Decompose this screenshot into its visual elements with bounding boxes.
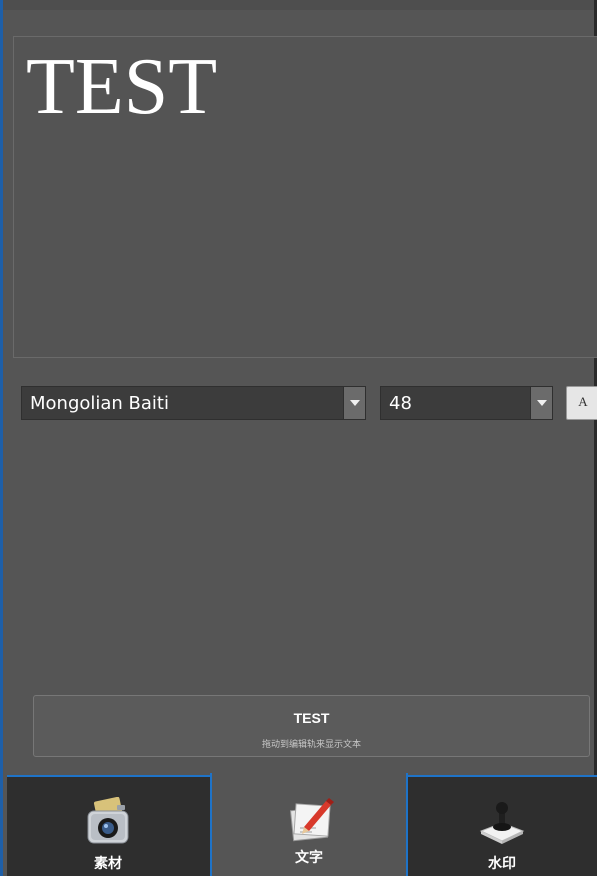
text-style-button[interactable]: A: [566, 386, 597, 420]
text-clip-hint: 拖动到编辑轨来显示文本: [261, 739, 361, 749]
tab-watermark-label: 水印: [488, 855, 516, 871]
tab-text[interactable]: 文字: [210, 773, 408, 876]
camera-assets-icon: [87, 797, 129, 844]
font-family-value: Mongolian Baiti: [30, 393, 169, 414]
font-size-select[interactable]: 48: [380, 386, 553, 420]
chevron-down-icon[interactable]: [530, 387, 552, 419]
font-family-select[interactable]: Mongolian Baiti: [21, 386, 366, 420]
text-clip-title: TEST: [293, 710, 330, 726]
tab-watermark[interactable]: 水印: [407, 777, 597, 876]
pencil-paper-icon: [289, 798, 334, 842]
joystick-stamp-icon: [479, 802, 525, 844]
bottom-tab-bar: 素材 文字 水印: [7, 773, 597, 876]
text-panel-window: TEST Mongolian Baiti 48 A TEST 拖动到编辑轨来显示…: [0, 0, 597, 876]
tab-text-label: 文字: [295, 849, 323, 865]
text-clip-card[interactable]: TEST 拖动到编辑轨来显示文本: [33, 695, 590, 757]
font-size-value: 48: [389, 393, 412, 414]
text-preview-area: TEST: [13, 36, 597, 358]
top-strip: [3, 0, 594, 10]
tab-assets-label: 素材: [94, 855, 122, 871]
chevron-down-icon[interactable]: [343, 387, 365, 419]
tab-assets[interactable]: 素材: [7, 777, 209, 876]
text-style-icon: A: [578, 394, 588, 409]
preview-text: TEST: [26, 43, 218, 131]
